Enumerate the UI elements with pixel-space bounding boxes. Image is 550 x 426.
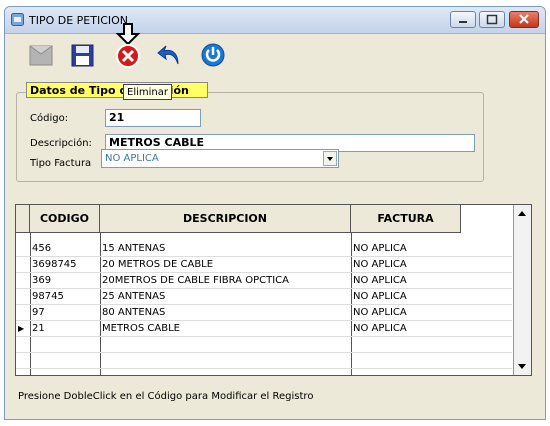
- cell-codigo: 456: [32, 243, 52, 254]
- cell-descripcion: METROS CABLE: [102, 323, 180, 334]
- tipo-factura-label: Tipo Factura: [30, 158, 92, 169]
- save-button[interactable]: [67, 40, 97, 70]
- row-selector-header: [16, 205, 30, 233]
- table-row-current[interactable]: ▶ 21 METROS CABLE NO APLICA: [16, 321, 512, 337]
- scroll-up-icon[interactable]: [514, 207, 530, 221]
- dropdown-arrow-button[interactable]: [323, 151, 337, 166]
- close-icon: [519, 14, 529, 24]
- cell-factura: NO APLICA: [353, 275, 407, 286]
- tipo-factura-select[interactable]: NO APLICA: [101, 149, 339, 168]
- maximize-icon: [486, 14, 498, 25]
- descripcion-label: Descripción:: [30, 138, 92, 149]
- title-bar[interactable]: TIPO DE PETICION: [5, 7, 545, 34]
- header-factura[interactable]: FACTURA: [351, 205, 461, 233]
- minimize-icon: [459, 21, 467, 23]
- table-row[interactable]: 456 15 ANTENAS NO APLICA: [16, 241, 512, 257]
- cell-codigo: 21: [32, 323, 45, 334]
- cell-codigo: 97: [32, 307, 45, 318]
- save-icon: [71, 44, 94, 67]
- chevron-down-icon: [327, 157, 333, 161]
- cell-factura: NO APLICA: [353, 307, 407, 318]
- tooltip-eliminar: Eliminar: [123, 84, 172, 100]
- cell-factura: NO APLICA: [353, 291, 407, 302]
- current-row-marker: ▶: [18, 324, 25, 333]
- cell-codigo: 369: [32, 275, 52, 286]
- maximize-button[interactable]: [479, 11, 505, 28]
- undo-button[interactable]: [155, 40, 185, 70]
- minimize-button[interactable]: [450, 11, 476, 28]
- cell-descripcion: 20METROS DE CABLE FIBRA OPCTICA: [102, 275, 289, 286]
- cell-descripcion: 20 METROS DE CABLE: [102, 259, 214, 270]
- cell-descripcion: 80 ANTENAS: [102, 307, 166, 318]
- tipo-factura-value: NO APLICA: [105, 153, 159, 164]
- cell-descripcion: 25 ANTENAS: [102, 291, 166, 302]
- vertical-scrollbar[interactable]: [513, 205, 531, 375]
- cell-codigo: 3698745: [32, 259, 77, 270]
- status-hint: Presione DobleClick en el Código para Mo…: [18, 391, 314, 402]
- cell-descripcion: 15 ANTENAS: [102, 243, 166, 254]
- table-row[interactable]: 369 20METROS DE CABLE FIBRA OPCTICA NO A…: [16, 273, 512, 289]
- new-icon: [29, 45, 53, 66]
- header-codigo[interactable]: CODIGO: [30, 205, 100, 233]
- power-button[interactable]: [198, 40, 228, 70]
- app-icon: [11, 13, 24, 26]
- header-descripcion[interactable]: DESCRIPCION: [100, 205, 351, 233]
- table-row[interactable]: 98745 25 ANTENAS NO APLICA: [16, 289, 512, 305]
- table-row[interactable]: 3698745 20 METROS DE CABLE NO APLICA: [16, 257, 512, 273]
- cell-factura: NO APLICA: [353, 243, 407, 254]
- codigo-label: Código:: [30, 113, 69, 124]
- empty-row: [16, 337, 512, 353]
- table-row[interactable]: 97 80 ANTENAS NO APLICA: [16, 305, 512, 321]
- delete-button[interactable]: [113, 22, 143, 70]
- new-button[interactable]: [26, 40, 56, 70]
- empty-row: [16, 353, 512, 369]
- close-window-button[interactable]: [509, 11, 539, 28]
- scroll-down-icon[interactable]: [514, 359, 530, 373]
- cell-factura: NO APLICA: [353, 323, 407, 334]
- power-icon: [201, 43, 225, 67]
- records-grid[interactable]: CODIGO DESCRIPCION FACTURA 456 15 ANTENA…: [15, 204, 532, 376]
- cell-factura: NO APLICA: [353, 259, 407, 270]
- group-title: Datos de Tipo de Petición: [26, 82, 208, 98]
- delete-icon: [115, 23, 141, 68]
- undo-icon: [157, 45, 179, 65]
- codigo-input[interactable]: 21: [105, 109, 201, 127]
- cell-codigo: 98745: [32, 291, 64, 302]
